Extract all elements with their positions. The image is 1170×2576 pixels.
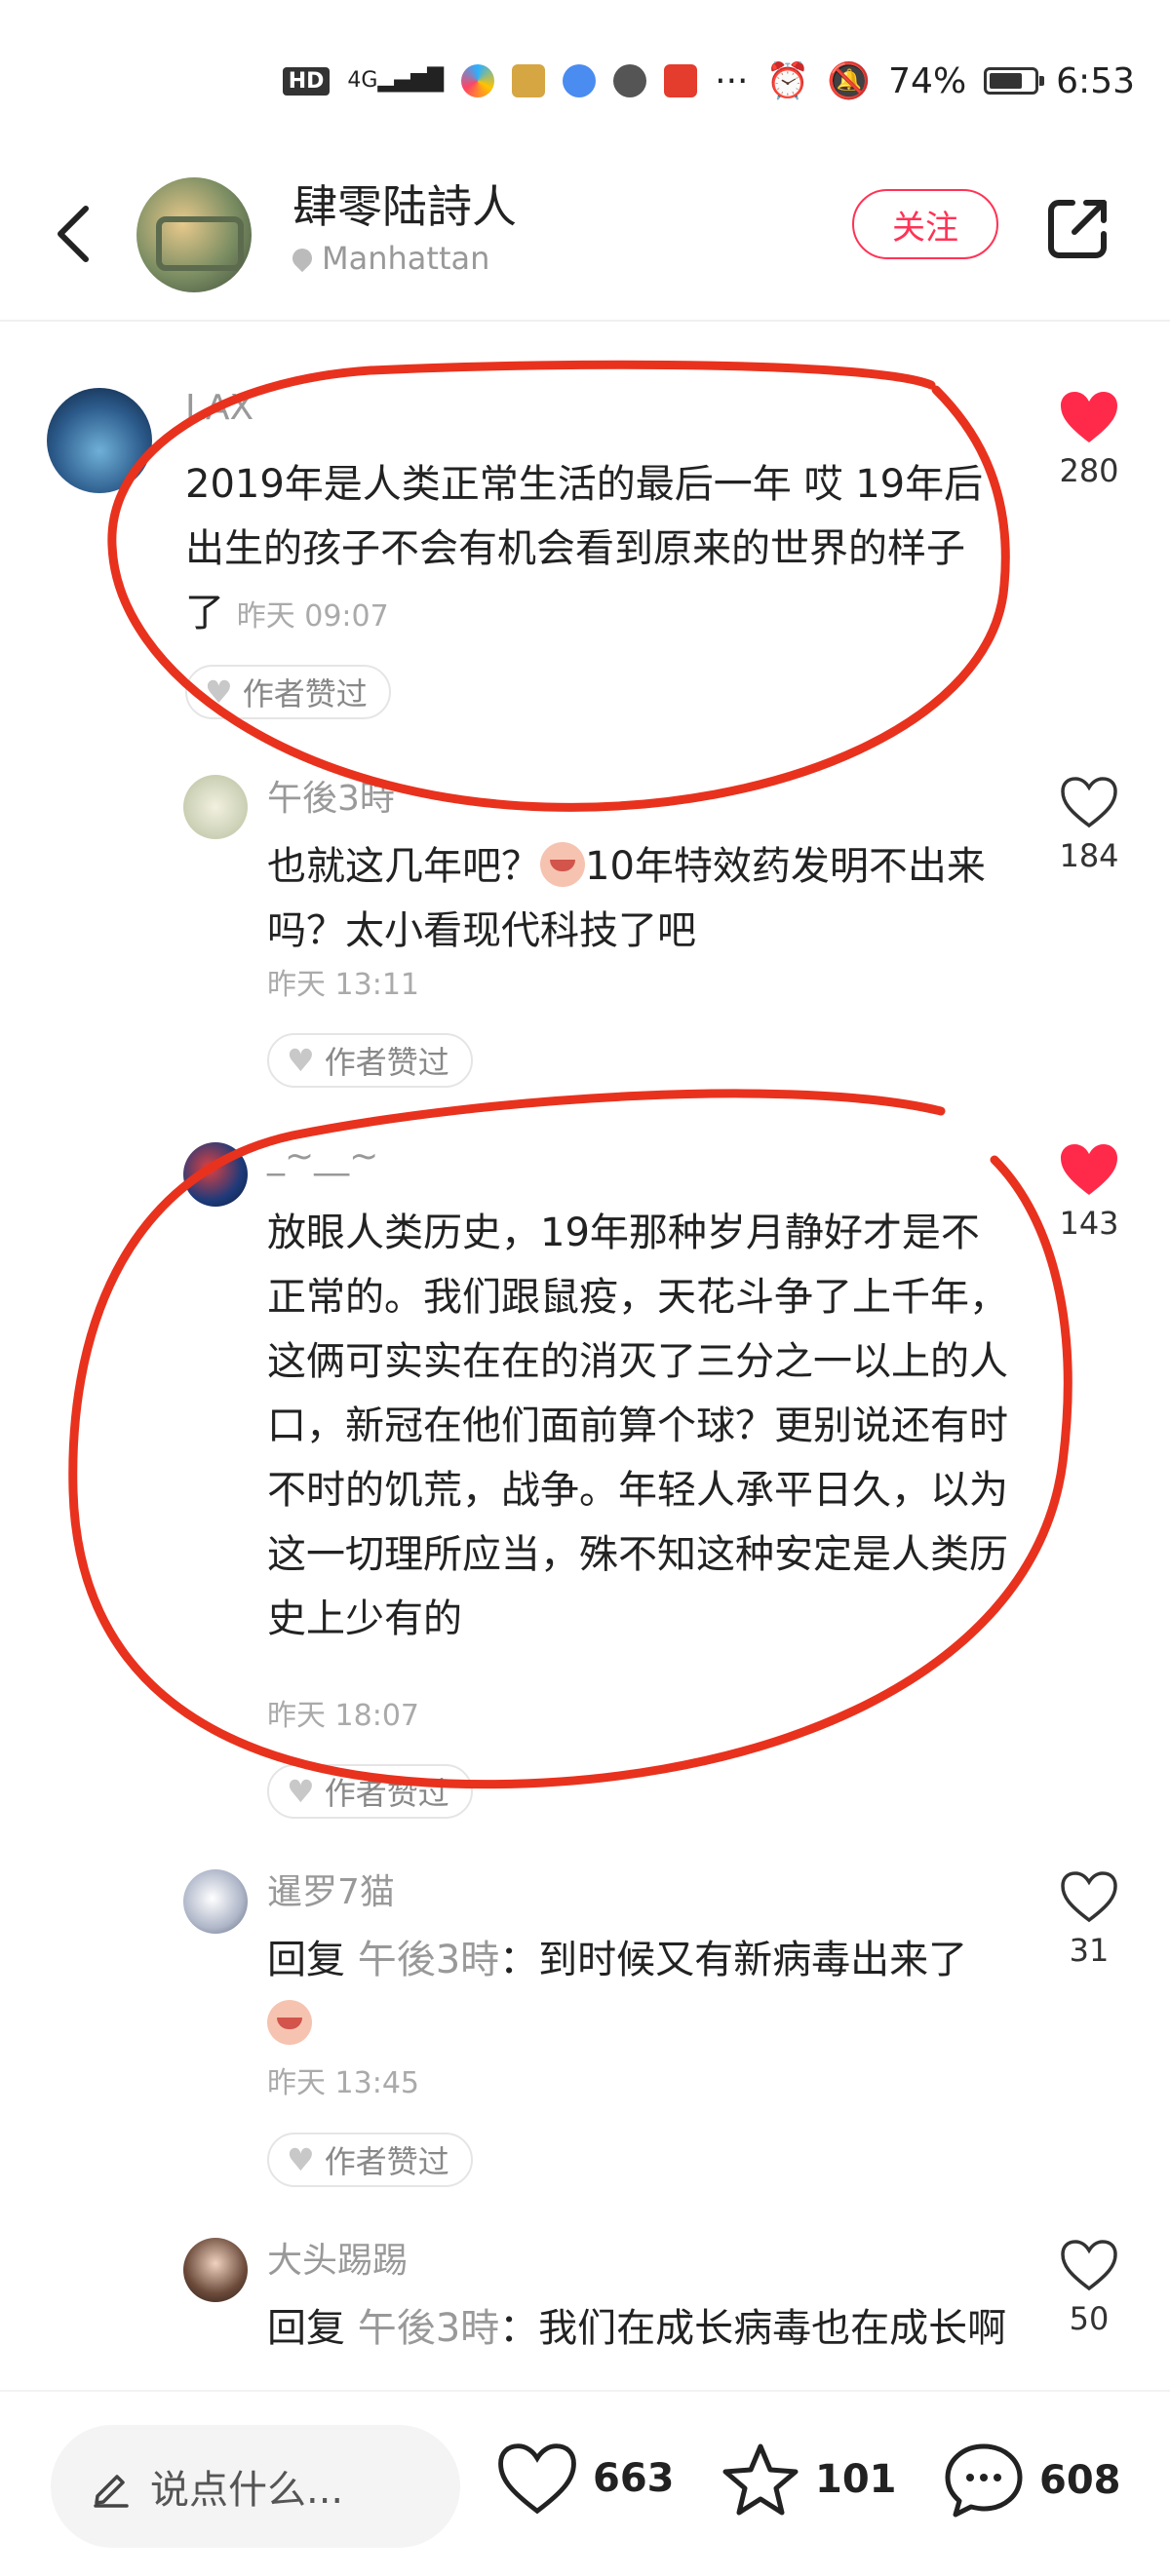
share-icon bbox=[1048, 200, 1107, 258]
like-count: 184 bbox=[1059, 837, 1119, 874]
heart-outline-icon bbox=[1061, 2240, 1117, 2291]
like-button[interactable]: 143 bbox=[1045, 1142, 1133, 1242]
weibo-icon bbox=[664, 64, 698, 97]
like-button[interactable]: 280 bbox=[1045, 390, 1133, 489]
like-count: 31 bbox=[1069, 1932, 1110, 1969]
comment-username[interactable]: 大头踢踢 bbox=[267, 2232, 408, 2283]
mute-icon: 🔕 bbox=[827, 61, 872, 101]
note-header: 肆零陆詩人 Manhattan 关注 bbox=[0, 166, 1170, 322]
crying-emoji-icon bbox=[540, 842, 585, 887]
comment-placeholder: 说点什么... bbox=[150, 2468, 344, 2513]
share-button[interactable] bbox=[1043, 193, 1113, 263]
like-button[interactable]: 31 bbox=[1045, 1869, 1133, 1969]
comment-text: 回复 午後3時：我们在成长病毒也在成长啊 bbox=[267, 2306, 1007, 2351]
avatar[interactable] bbox=[183, 1869, 248, 1934]
comment-username[interactable]: LAX bbox=[185, 388, 254, 428]
like-count: 280 bbox=[1059, 452, 1119, 489]
battery-icon bbox=[984, 67, 1045, 95]
location-text: Manhattan bbox=[322, 240, 490, 277]
clock: 6:53 bbox=[1056, 60, 1135, 101]
angry-emoji-icon bbox=[267, 2000, 312, 2045]
heart-icon: ♥ bbox=[287, 1773, 315, 1810]
heart-outline-icon bbox=[498, 2443, 576, 2515]
like-button[interactable]: 50 bbox=[1045, 2238, 1133, 2337]
like-count: 50 bbox=[1069, 2300, 1110, 2337]
follow-button[interactable]: 关注 bbox=[852, 189, 998, 259]
more-icon: ··· bbox=[715, 60, 749, 101]
comment-text: 放眼人类历史，19年那种岁月静好才是不正常的。我们跟鼠疫，天花斗争了上千年，这俩… bbox=[267, 1211, 1008, 1641]
post-like-count: 663 bbox=[593, 2456, 675, 2501]
author-liked-badge: ♥ 作者赞过 bbox=[267, 2133, 473, 2187]
avatar[interactable] bbox=[183, 2238, 248, 2302]
comment-time: 昨天 09:07 bbox=[236, 599, 389, 634]
avatar[interactable] bbox=[47, 388, 152, 493]
comment-username[interactable]: _~__~ bbox=[267, 1136, 378, 1176]
comment-count: 608 bbox=[1039, 2458, 1121, 2503]
app-icon bbox=[512, 64, 546, 97]
comment-button[interactable]: 608 bbox=[942, 2441, 1121, 2520]
back-button[interactable] bbox=[45, 195, 103, 273]
heart-icon: ♥ bbox=[287, 1042, 315, 1079]
status-bar: HD 4G▂▄▆█ ··· ⏰ 🔕 74% 6:53 bbox=[0, 0, 1170, 166]
pencil-icon bbox=[94, 2475, 129, 2508]
back-icon bbox=[58, 206, 89, 262]
like-post-button[interactable]: 663 bbox=[495, 2441, 675, 2517]
reply-to-user[interactable]: 午後3時 bbox=[358, 2306, 499, 2351]
alarm-icon: ⏰ bbox=[765, 61, 810, 101]
wechat-icon bbox=[613, 64, 647, 97]
heart-filled-icon bbox=[1061, 392, 1117, 442]
app-icon bbox=[563, 64, 597, 97]
heart-icon: ♥ bbox=[287, 2141, 315, 2178]
comment-text: 2019年是人类正常生活的最后一年 哎 19年后出生的孩子不会有机会看到原来的世… bbox=[185, 462, 984, 635]
comment-text: 也就这几年吧？ 10年特效药发明不出来吗？太小看现代科技了吧 bbox=[267, 842, 986, 953]
bottom-action-bar: 说点什么... 663 101 608 bbox=[0, 2390, 1170, 2576]
like-button[interactable]: 184 bbox=[1045, 775, 1133, 874]
app-icon bbox=[461, 64, 495, 97]
location: Manhattan bbox=[288, 240, 490, 277]
comment-username[interactable]: 暹罗7猫 bbox=[267, 1864, 395, 1914]
comment-username[interactable]: 午後3時 bbox=[267, 770, 395, 821]
heart-icon: ♥ bbox=[205, 673, 233, 711]
author-liked-badge: ♥ 作者赞过 bbox=[267, 1033, 473, 1088]
battery-percent: 74% bbox=[888, 60, 967, 101]
avatar[interactable] bbox=[183, 775, 248, 839]
hd-icon: HD bbox=[282, 66, 331, 96]
comment-bubble-icon bbox=[945, 2443, 1023, 2518]
author-liked-badge: ♥ 作者赞过 bbox=[267, 1764, 473, 1819]
heart-outline-icon bbox=[1061, 777, 1117, 828]
signal-icon: 4G▂▄▆█ bbox=[347, 68, 445, 93]
comment-time: 昨天 18:07 bbox=[267, 1699, 419, 1733]
author-avatar[interactable] bbox=[136, 177, 252, 292]
star-outline-icon bbox=[722, 2443, 799, 2516]
heart-filled-icon bbox=[1061, 1144, 1117, 1195]
heart-outline-icon bbox=[1061, 1871, 1117, 1923]
comment-input[interactable]: 说点什么... bbox=[51, 2425, 460, 2548]
favorite-button[interactable]: 101 bbox=[720, 2441, 897, 2518]
avatar[interactable] bbox=[183, 1142, 248, 1207]
location-pin-icon bbox=[288, 244, 317, 273]
comment-time: 昨天 13:11 bbox=[267, 968, 419, 1002]
favorite-count: 101 bbox=[815, 2457, 897, 2502]
reply-to-user[interactable]: 午後3時 bbox=[358, 1938, 499, 1982]
comment-time: 昨天 13:45 bbox=[267, 2066, 419, 2100]
author-liked-badge: ♥ 作者赞过 bbox=[185, 665, 391, 719]
author-name[interactable]: 肆零陆詩人 bbox=[292, 172, 517, 236]
like-count: 143 bbox=[1059, 1205, 1119, 1242]
comment-text: 回复 午後3時：到时候又有新病毒出来了 bbox=[267, 1928, 1008, 2057]
